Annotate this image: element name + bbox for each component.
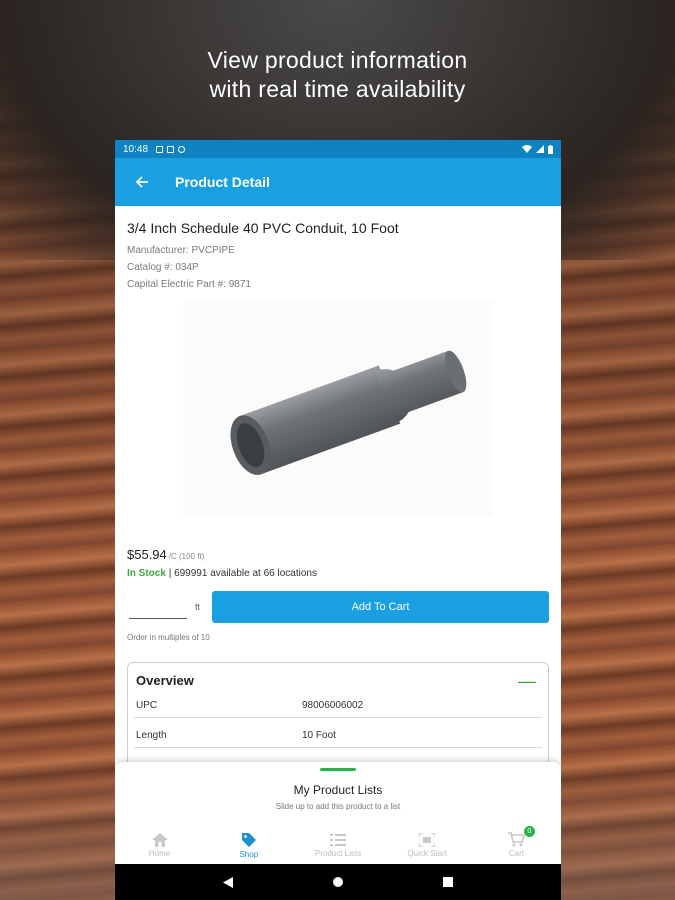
spec-value: 10 Foot: [302, 730, 336, 741]
tab-label: Shop: [239, 849, 259, 859]
stock-row: In Stock | 699991 available at 66 locati…: [127, 568, 549, 579]
nav-recents-icon[interactable]: [443, 877, 453, 887]
cart-icon: [507, 832, 525, 847]
app-bar: Product Detail: [115, 158, 561, 206]
notification-icon: [156, 145, 164, 153]
manufacturer: Manufacturer: PVCPIPE: [127, 245, 235, 256]
spec-row: UPC 98006006002: [134, 694, 542, 718]
tab-shop[interactable]: Shop: [204, 826, 293, 864]
overview-panel: Overview — UPC 98006006002 Length 10 Foo…: [127, 662, 549, 772]
notification-icon: [178, 145, 186, 153]
tab-home[interactable]: Home: [115, 826, 204, 864]
bottom-tab-bar: Home Shop Product Lists Quick Start 0 Ca…: [115, 826, 561, 864]
spec-value: 98006006002: [302, 700, 364, 711]
cart-count-badge: 0: [523, 826, 535, 837]
status-time: 10:48: [123, 143, 149, 155]
tab-cart[interactable]: 0 Cart: [472, 826, 561, 864]
signal-icon: [536, 145, 544, 153]
system-nav-bar: [115, 864, 561, 900]
spec-row: Length 10 Foot: [134, 724, 542, 748]
product-lists-sheet[interactable]: My Product Lists Slide up to add this pr…: [115, 762, 561, 826]
spec-key: UPC: [136, 700, 158, 711]
wifi-icon: [522, 145, 532, 153]
price-row: $55.94 /C (100 ft): [127, 547, 549, 562]
tab-quick-start[interactable]: Quick Start: [383, 826, 472, 864]
tab-label: Product Lists: [314, 848, 362, 858]
stock-status: In Stock: [127, 568, 166, 579]
collapse-icon[interactable]: —: [518, 672, 536, 690]
sheet-title: My Product Lists: [293, 783, 383, 797]
price-unit: /C (100 ft): [168, 552, 205, 561]
product-name: 3/4 Inch Schedule 40 PVC Conduit, 10 Foo…: [127, 220, 399, 236]
system-icons: [522, 144, 553, 154]
status-bar: 10:48: [115, 140, 561, 158]
quantity-unit: ft: [195, 602, 201, 612]
list-icon: [330, 833, 346, 846]
price: $55.94: [127, 547, 167, 562]
tab-label: Quick Start: [407, 848, 447, 858]
tab-product-lists[interactable]: Product Lists: [293, 826, 382, 864]
product-meta: Manufacturer: PVCPIPE Catalog #: 034P Ca…: [127, 242, 549, 293]
tag-icon: [241, 832, 256, 847]
notification-icons: [156, 145, 186, 153]
spec-key: Length: [136, 730, 167, 741]
arrow-left-icon: [135, 176, 148, 188]
drag-handle[interactable]: [320, 768, 356, 771]
headline-line-2: with real time availability: [209, 76, 466, 102]
add-to-cart-row: ft Add To Cart: [127, 591, 549, 623]
device-screen: 10:48 Product Detail 3/4 Inch Schedule 4…: [115, 140, 561, 900]
sheet-subtitle: Slide up to add this product to a list: [275, 802, 401, 811]
promo-headline: View product information with real time …: [0, 46, 675, 104]
quantity-input[interactable]: [129, 595, 187, 619]
overview-title: Overview: [136, 673, 194, 688]
catalog-number: Catalog #: 034P: [127, 262, 199, 273]
product-detail: 3/4 Inch Schedule 40 PVC Conduit, 10 Foo…: [115, 220, 561, 772]
overview-header[interactable]: Overview —: [134, 672, 542, 690]
nav-back-icon[interactable]: [223, 876, 233, 888]
order-multiples-note: Order in multiples of 10: [127, 633, 210, 642]
nav-home-icon[interactable]: [333, 877, 343, 887]
tab-label: Home: [148, 848, 171, 858]
tab-label: Cart: [508, 849, 524, 858]
page-title: Product Detail: [175, 174, 270, 190]
battery-icon: [548, 144, 553, 154]
headline-line-1: View product information: [207, 47, 468, 73]
add-to-cart-button[interactable]: Add To Cart: [212, 591, 549, 623]
back-button[interactable]: [127, 167, 157, 197]
home-icon: [151, 832, 168, 847]
availability-text: | 699991 available at 66 locations: [168, 568, 317, 579]
product-image: [183, 301, 493, 517]
notification-icon: [167, 145, 175, 153]
part-number: Capital Electric Part #: 9871: [127, 279, 251, 290]
scan-icon: [419, 832, 436, 847]
